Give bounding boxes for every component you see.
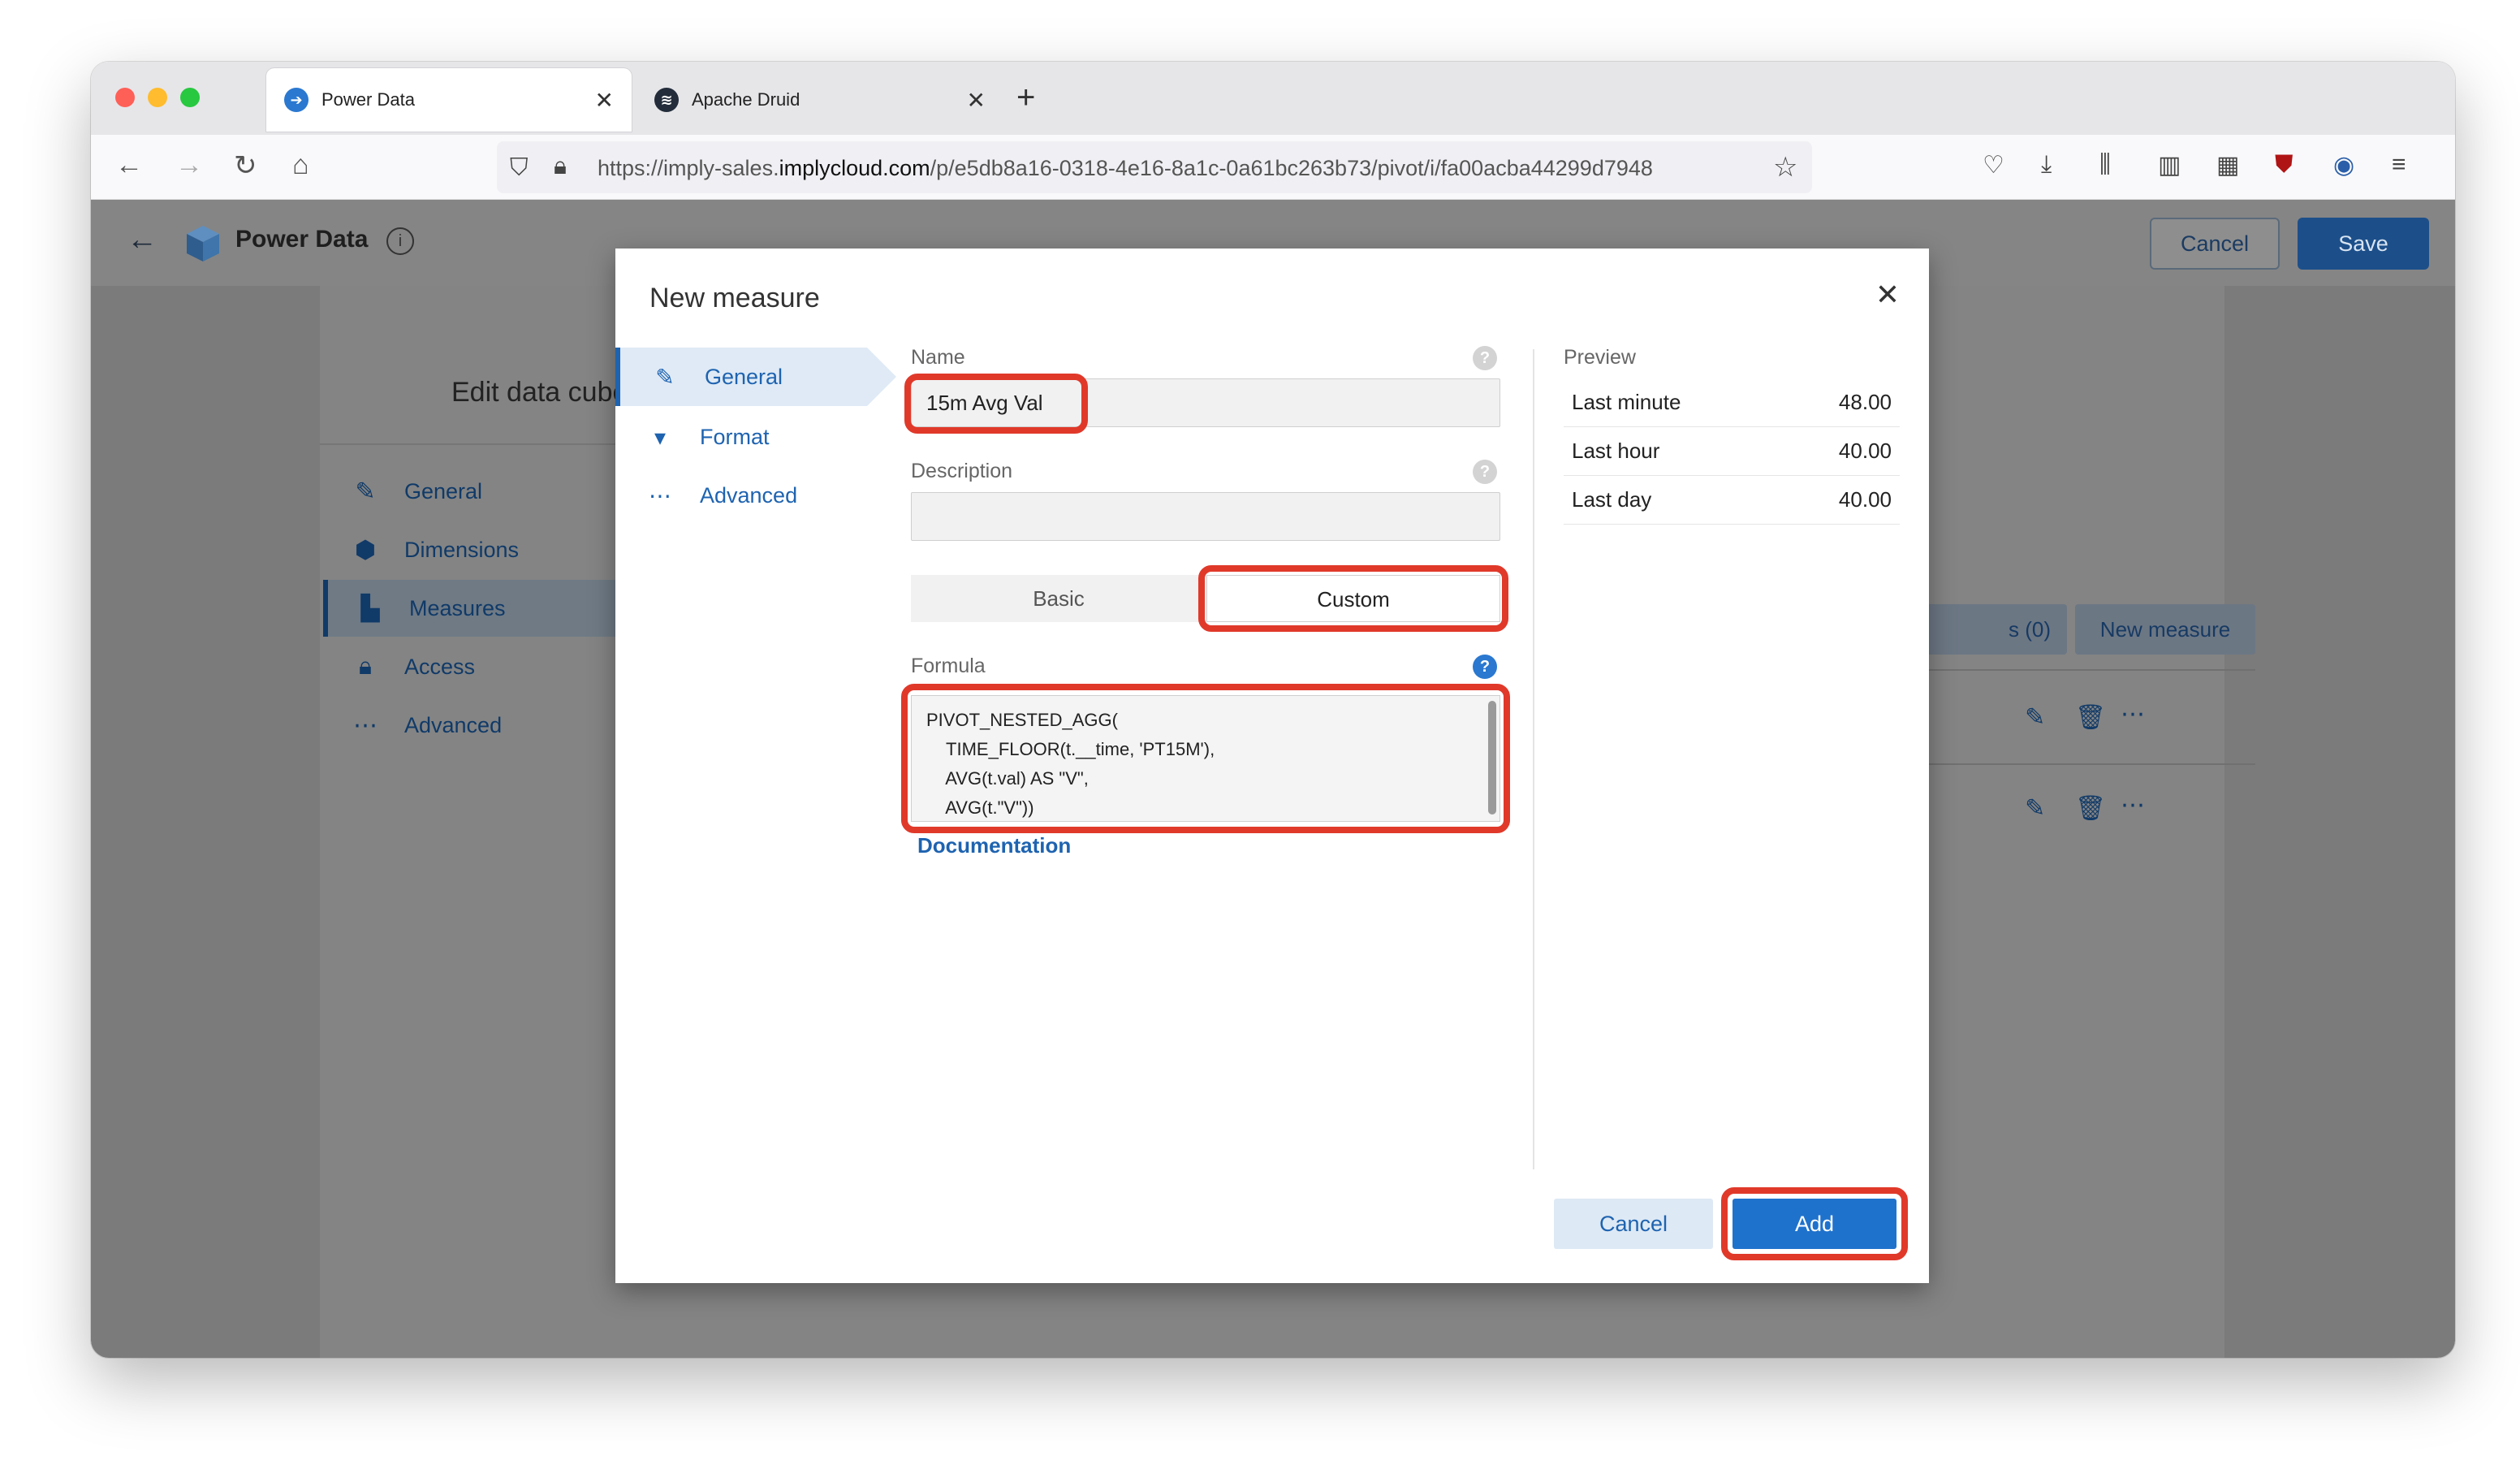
bookmark-star-icon[interactable]: ☆ <box>1773 151 1797 184</box>
tab-label: Apache Druid <box>692 89 800 110</box>
url-bar[interactable]: ⛉ 🔒︎ https://imply-sales.implycloud.com/… <box>497 141 1812 193</box>
preview-label: Last minute <box>1572 390 1681 414</box>
info-icon[interactable]: i <box>386 227 414 255</box>
new-tab-button[interactable]: + <box>1016 80 1035 116</box>
dialog-tab-format[interactable]: ▾ Format <box>615 408 867 466</box>
help-icon[interactable]: ? <box>1473 346 1497 370</box>
more-icon[interactable]: ⋯ <box>2121 700 2145 728</box>
new-measure-dialog: New measure ✕ ✎ General ▾ Format ⋯ Advan… <box>615 248 1929 1283</box>
edit-icon[interactable]: ✎ <box>2025 794 2045 823</box>
power-data-favicon-icon: ➔ <box>284 88 309 112</box>
close-tab-icon[interactable]: ✕ <box>595 87 614 114</box>
dialog-tab-label: General <box>705 364 783 389</box>
menu-icon[interactable]: ≡ <box>2392 151 2406 179</box>
home-icon[interactable]: ⌂ <box>292 149 309 181</box>
preview-row: Last minute 48.00 <box>1564 378 1900 427</box>
sidebar-icon[interactable]: ▥ <box>2158 151 2181 179</box>
leftnav-label: Dimensions <box>404 537 520 562</box>
description-input[interactable] <box>911 492 1500 541</box>
leftnav-label: Measures <box>409 595 506 620</box>
cancel-button[interactable]: Cancel <box>2150 218 2280 270</box>
browser-titlebar: ➔ Power Data ✕ ≋ Apache Druid ✕ + <box>91 62 2455 135</box>
leftnav-label: Advanced <box>404 712 503 737</box>
more-icon: ⋯ <box>353 711 378 739</box>
shield-icon[interactable]: ⛉ <box>510 154 529 182</box>
panel-title: Edit data cube <box>451 377 628 408</box>
highlight-add <box>1721 1187 1908 1260</box>
leftnav-item-advanced[interactable]: ⋯ Advanced <box>323 697 648 754</box>
preview-title: Preview <box>1564 346 1636 369</box>
mode-basic-toggle[interactable]: Basic <box>911 575 1206 622</box>
dialog-title: New measure <box>649 283 820 313</box>
leftnav-item-access[interactable]: 🔒︎ Access <box>323 638 648 695</box>
new-measure-button[interactable]: New measure <box>2075 604 2255 655</box>
leftnav-item-dimensions[interactable]: ⬢ Dimensions <box>323 521 648 578</box>
help-icon[interactable]: ? <box>1473 655 1497 679</box>
trash-icon[interactable]: 🗑︎ <box>2075 794 2106 823</box>
account-icon[interactable]: ◉ <box>2333 151 2354 179</box>
edit-icon: ✎ <box>355 478 376 505</box>
documentation-link[interactable]: Documentation <box>917 833 1071 858</box>
pocket-icon[interactable]: ♡ <box>1983 151 2004 179</box>
description-label: Description <box>911 460 1013 482</box>
dialog-cancel-button[interactable]: Cancel <box>1554 1199 1713 1249</box>
dialog-tab-advanced[interactable]: ⋯ Advanced <box>615 466 867 525</box>
more-icon: ⋯ <box>649 482 671 508</box>
trash-icon[interactable]: 🗑︎ <box>2075 703 2106 732</box>
close-dialog-icon[interactable]: ✕ <box>1875 278 1900 312</box>
edit-icon[interactable]: ✎ <box>2025 703 2045 732</box>
browser-tab-power-data[interactable]: ➔ Power Data ✕ <box>266 68 632 132</box>
dialog-tab-general[interactable]: ✎ General <box>615 348 896 406</box>
preview-separator <box>1533 349 1534 1169</box>
save-button[interactable]: Save <box>2298 218 2429 270</box>
browser-toolbar: ← → ↻ ⌂ ⛉ 🔒︎ https://imply-sales.implycl… <box>91 135 2455 200</box>
highlight-name <box>904 374 1088 434</box>
leftnav-item-measures[interactable]: ▙ Measures <box>323 580 648 637</box>
close-tab-icon[interactable]: ✕ <box>967 87 986 114</box>
highlight-custom <box>1198 565 1508 632</box>
url-text[interactable]: https://imply-sales.implycloud.com/p/e5d… <box>598 156 1783 181</box>
dialog-tab-label: Format <box>700 424 770 449</box>
leftnav-item-general[interactable]: ✎ General <box>323 463 648 520</box>
browser-tab-apache-druid[interactable]: ≋ Apache Druid ✕ <box>636 68 1003 132</box>
preview-value: 40.00 <box>1838 487 1892 512</box>
lock-icon: 🔒︎ <box>554 153 567 179</box>
close-window-button[interactable] <box>115 88 135 107</box>
back-arrow-icon[interactable]: ← <box>127 223 158 257</box>
preview-row: Last hour 40.00 <box>1564 427 1900 476</box>
download-icon[interactable]: ⤓ <box>2041 151 2052 179</box>
paint-roller-icon: ▾ <box>654 424 667 450</box>
cube-icon: ⬢ <box>354 536 377 564</box>
back-arrow-icon[interactable]: ← <box>115 149 143 181</box>
leftnav-label: General <box>404 478 483 503</box>
preview-label: Last hour <box>1572 439 1660 463</box>
minimize-window-button[interactable] <box>148 88 167 107</box>
help-icon[interactable]: ? <box>1473 460 1497 484</box>
forward-arrow-icon[interactable]: → <box>175 149 203 181</box>
name-label: Name <box>911 346 965 369</box>
extension-barcode-icon[interactable]: ▦ <box>2216 151 2239 179</box>
app-title: Power Data <box>235 226 369 253</box>
more-icon[interactable]: ⋯ <box>2121 791 2145 819</box>
formula-label: Formula <box>911 655 986 677</box>
ublock-icon[interactable]: ⛊ <box>2275 151 2293 179</box>
bar-chart-icon: ▙ <box>360 594 380 622</box>
reload-icon[interactable]: ↻ <box>234 149 257 182</box>
lock-icon: 🔒︎ <box>359 653 372 680</box>
preview-value: 48.00 <box>1838 390 1892 414</box>
pencil-icon: ✎ <box>655 364 675 390</box>
library-icon[interactable]: ⫼ <box>2099 151 2111 179</box>
maximize-window-button[interactable] <box>180 88 200 107</box>
preview-value: 40.00 <box>1838 439 1892 463</box>
preview-row: Last day 40.00 <box>1564 476 1900 525</box>
leftnav-label: Access <box>404 654 476 679</box>
tab-label: Power Data <box>321 89 415 110</box>
list-divider <box>1926 763 2255 765</box>
highlight-formula <box>901 684 1510 833</box>
druid-favicon-icon: ≋ <box>654 88 679 112</box>
preview-label: Last day <box>1572 487 1652 512</box>
dialog-tab-label: Advanced <box>700 482 798 508</box>
list-divider <box>1926 669 2255 671</box>
cube-logo-icon <box>187 226 219 261</box>
